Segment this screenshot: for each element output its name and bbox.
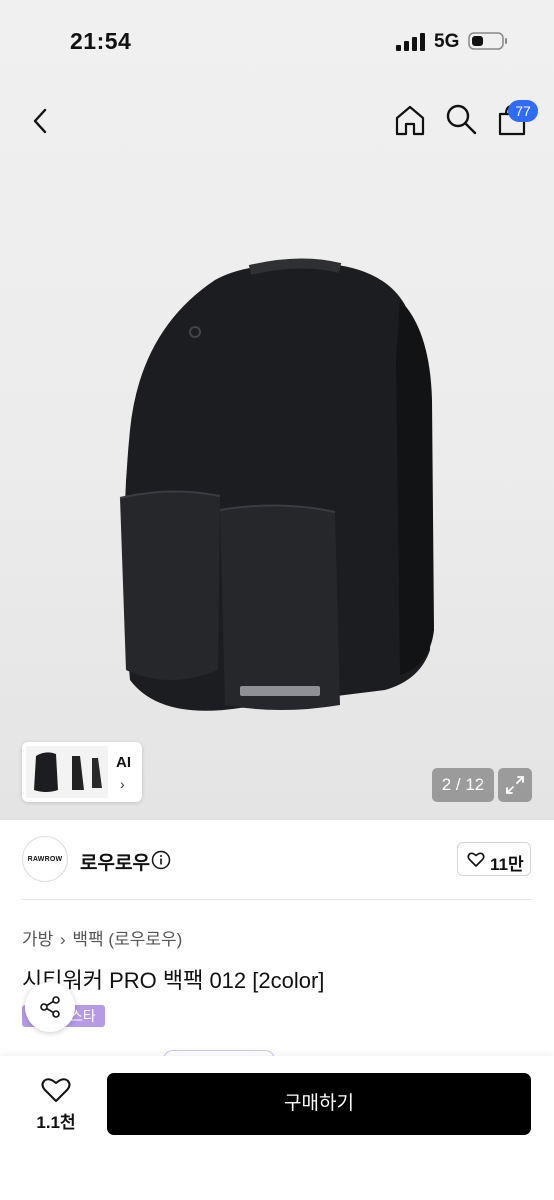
wish-count: 1.1천	[36, 1113, 76, 1132]
chevron-left-icon[interactable]	[24, 104, 58, 138]
breadcrumb-separator: ›	[60, 930, 66, 949]
share-icon	[40, 996, 60, 1018]
share-button[interactable]	[25, 982, 75, 1032]
seller-logo[interactable]: RAWROW	[22, 836, 68, 882]
expand-icon	[506, 776, 524, 794]
thumbnail-images	[26, 746, 108, 798]
breadcrumb-subcategory[interactable]: 백팩 (로우로우)	[72, 930, 182, 949]
heart-icon[interactable]	[40, 1076, 72, 1104]
image-counter: 2 / 12	[432, 768, 494, 802]
seller-like-button[interactable]: 11만	[457, 842, 531, 876]
breadcrumb-category[interactable]: 가방	[22, 930, 53, 949]
home-icon[interactable]	[392, 102, 428, 138]
heart-icon	[467, 852, 485, 867]
ai-thumbnail-strip[interactable]: AI ›	[22, 742, 142, 802]
seller-like-count: 11만	[490, 855, 524, 874]
buy-button[interactable]: 구매하기	[107, 1073, 531, 1135]
network-type: 5G	[434, 31, 460, 52]
seller-name[interactable]: 로우로우	[80, 848, 150, 875]
divider	[22, 899, 532, 900]
expand-button[interactable]	[498, 768, 532, 802]
breadcrumb: 가방 › 백팩 (로우로우)	[22, 925, 184, 950]
info-icon[interactable]	[151, 850, 171, 870]
cart-count-badge: 77	[508, 100, 538, 122]
status-time: 21:54	[70, 28, 132, 54]
search-icon[interactable]	[444, 102, 478, 136]
status-bar: 21:54 5G	[0, 0, 554, 84]
chevron-right-icon: ›	[120, 776, 125, 792]
bottom-action-bar: 1.1천 구매하기	[0, 1056, 554, 1200]
ai-label: AI	[116, 754, 131, 771]
battery-icon	[468, 32, 507, 50]
product-image-backpack	[119, 258, 434, 711]
signal-icon	[396, 33, 425, 51]
